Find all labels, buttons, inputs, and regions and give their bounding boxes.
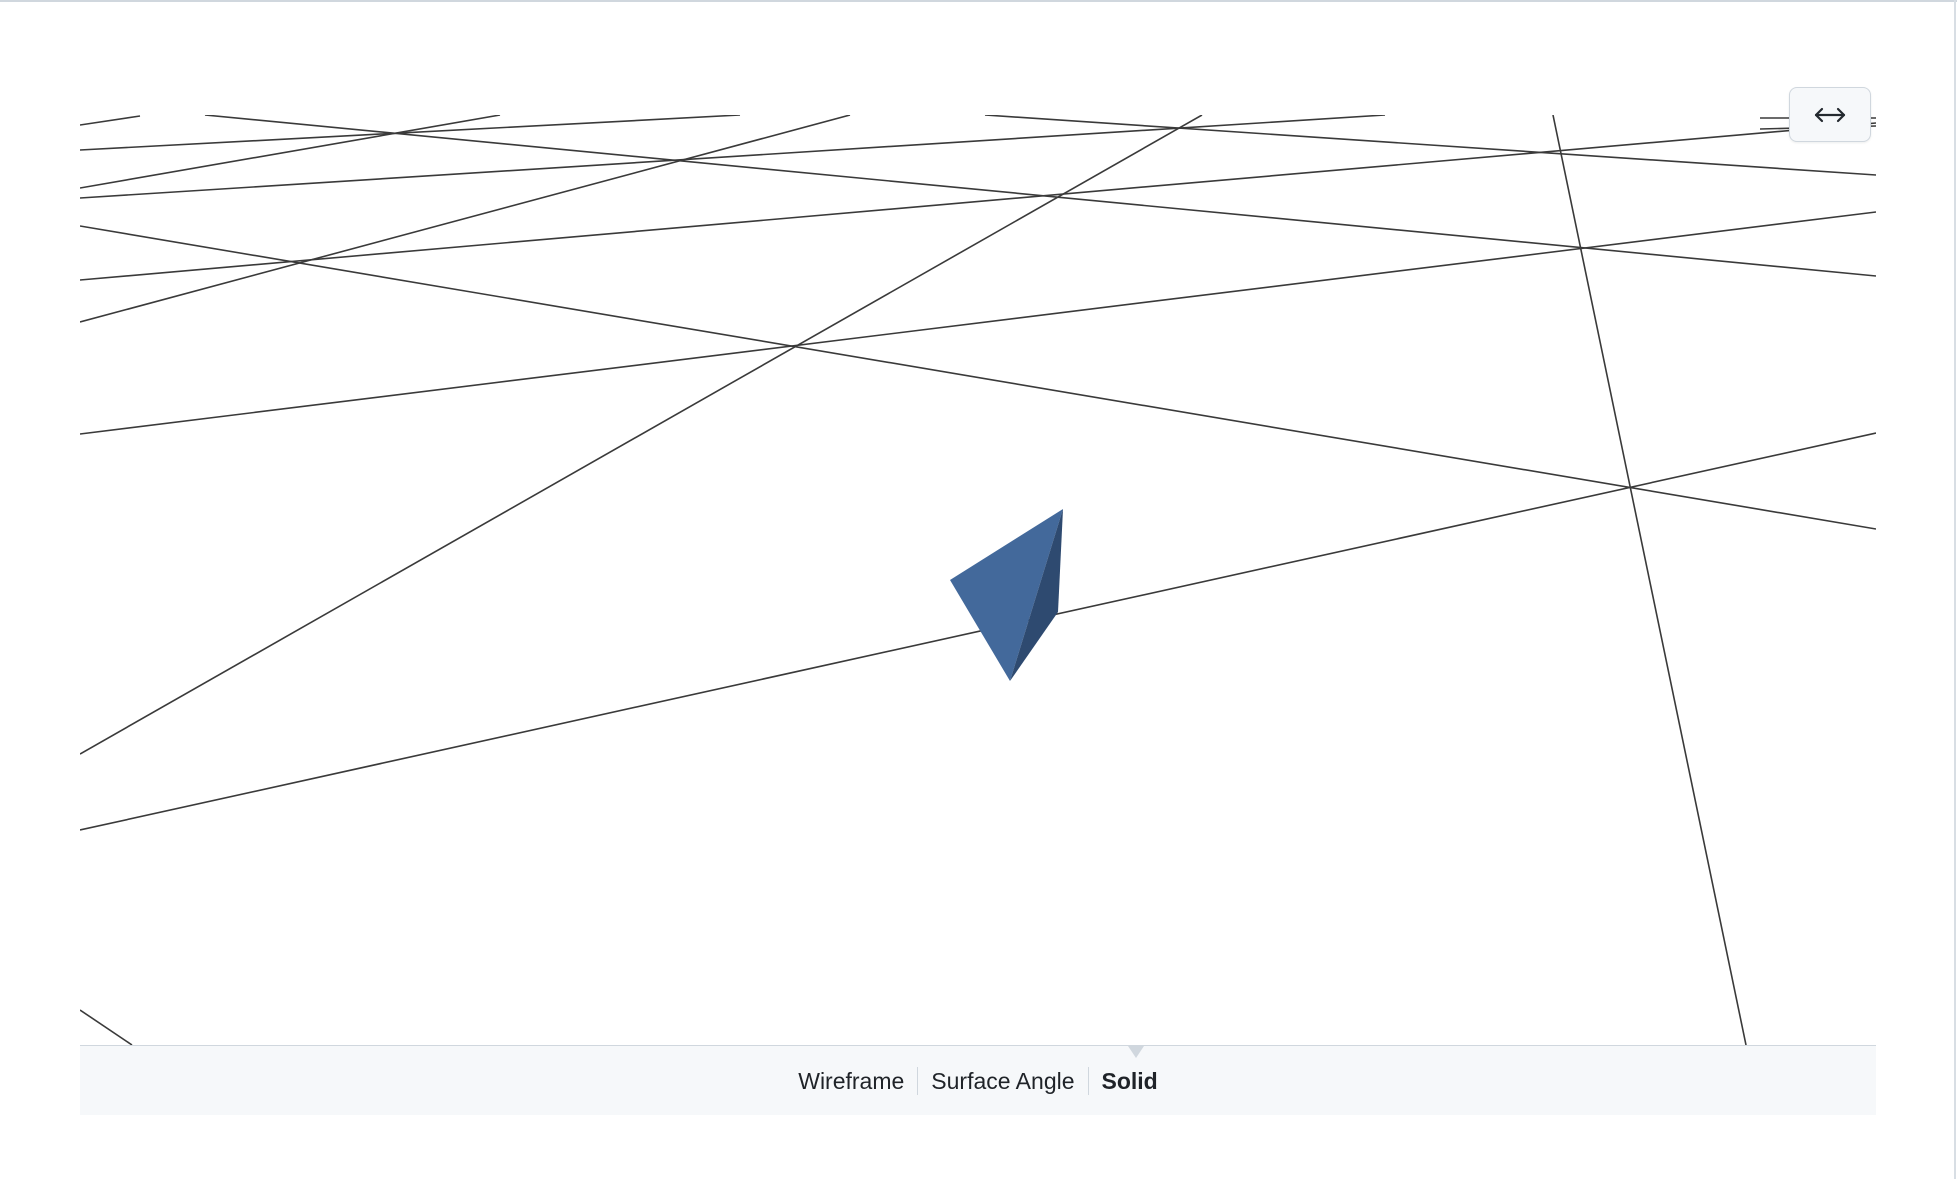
top-border (0, 0, 1957, 2)
grid-line (984, 115, 1876, 176)
grid-line (80, 432, 1876, 831)
tab-wireframe[interactable]: Wireframe (785, 1066, 917, 1096)
grid-line (80, 115, 141, 126)
grid-line (80, 1009, 133, 1046)
arrows-left-right-icon (1814, 107, 1846, 122)
grid-line (204, 115, 1876, 277)
viewer-scene (80, 115, 1876, 1046)
tab-solid[interactable]: Solid (1089, 1066, 1171, 1096)
grid-line (80, 115, 1203, 755)
grid-line (80, 211, 1876, 435)
solid-model[interactable] (950, 509, 1063, 681)
grid-line (80, 115, 741, 151)
tab-surface-angle[interactable]: Surface Angle (918, 1066, 1087, 1096)
grid-line (80, 122, 1876, 281)
view-mode-tabs: Wireframe Surface Angle Solid (80, 1046, 1876, 1115)
grid-line (80, 225, 1876, 530)
stl-viewer-canvas[interactable] (80, 115, 1876, 1046)
expand-viewer-button[interactable] (1789, 87, 1871, 142)
right-divider (1954, 0, 1956, 1179)
active-mode-pointer (1128, 1046, 1144, 1058)
view-mode-bar: Wireframe Surface Angle Solid (80, 1045, 1876, 1115)
grid-line (80, 115, 1386, 199)
grid-line (80, 115, 501, 189)
